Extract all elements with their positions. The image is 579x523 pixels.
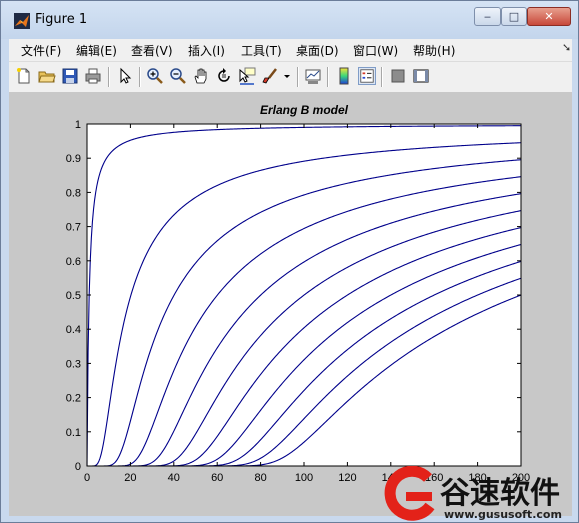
legend-icon[interactable] — [358, 67, 376, 85]
x-tick-label: 20 — [124, 472, 136, 484]
y-tick-label: 0.4 — [66, 324, 81, 336]
y-tick-label: 0.3 — [66, 358, 81, 370]
toolbar-separator — [381, 67, 383, 87]
rotate-3d-icon[interactable] — [215, 67, 233, 85]
menu-window[interactable]: 窗口(W) — [353, 42, 398, 59]
colorbar-icon[interactable] — [335, 67, 353, 85]
x-tick-label: 100 — [295, 472, 313, 484]
y-tick-label: 0.6 — [66, 256, 81, 268]
menu-insert[interactable]: 插入(I) — [188, 42, 225, 59]
y-tick-label: 0.1 — [66, 427, 81, 439]
watermark-brand: 谷速软件 — [440, 476, 560, 511]
gususoft-logo — [384, 466, 435, 521]
matlab-logo-icon — [14, 13, 30, 29]
toolbar-separator — [139, 67, 141, 87]
zoom-in-icon[interactable] — [146, 67, 164, 85]
dock-arrow-icon[interactable]: ➘ — [562, 41, 571, 54]
y-tick-label: 0.9 — [66, 153, 81, 165]
menu-view[interactable]: 查看(V) — [131, 42, 173, 59]
print-icon[interactable] — [84, 67, 102, 85]
menu-help[interactable]: 帮助(H) — [413, 42, 455, 59]
zoom-out-icon[interactable] — [169, 67, 187, 85]
figure-canvas: 0 20 40 60 80 100 120 140 160 180 200 0 0.1 0.2 0.3 0.4… — [9, 92, 572, 516]
close-button[interactable]: ✕ — [527, 7, 571, 26]
edit-plot-arrow-icon[interactable] — [116, 67, 134, 85]
erlang-b-chart[interactable]: 0 20 40 60 80 100 120 140 160 180 20000.10.20.30.4… — [9, 92, 570, 516]
y-tick-label: 0 — [75, 461, 81, 473]
figure-toolbar — [9, 61, 572, 93]
y-tick-label: 0.8 — [66, 187, 81, 199]
close-icon: ✕ — [544, 10, 554, 23]
menu-file[interactable]: 文件(F) — [21, 42, 61, 59]
x-tick-label: 120 — [338, 472, 356, 484]
hide-plot-tools-icon[interactable] — [389, 67, 407, 85]
x-tick-label: 0 — [84, 472, 90, 484]
title-bar[interactable]: Figure 1 ‒ □ ✕ — [1, 1, 578, 39]
y-tick-label: 1 — [75, 119, 81, 131]
x-tick-label: 80 — [254, 472, 266, 484]
minimize-icon: ‒ — [484, 10, 491, 23]
minimize-button[interactable]: ‒ — [474, 7, 501, 26]
maximize-icon: □ — [508, 10, 520, 23]
menu-edit[interactable]: 编辑(E) — [76, 42, 117, 59]
toolbar-separator — [327, 67, 329, 87]
y-tick-label: 0.7 — [66, 222, 81, 234]
chart-title: Erlang B model — [260, 103, 349, 117]
toolbar-separator — [108, 67, 110, 87]
x-tick-label: 60 — [211, 472, 223, 484]
window-title: Figure 1 — [35, 12, 88, 27]
link-plot-icon[interactable] — [304, 67, 322, 85]
brush-dropdown-icon[interactable] — [282, 67, 292, 85]
menu-bar: 文件(F) 编辑(E) 查看(V) 插入(I) 工具(T) 桌面(D) 窗口(W… — [9, 39, 572, 61]
menu-tools[interactable]: 工具(T) — [241, 42, 282, 59]
data-cursor-icon[interactable] — [238, 67, 256, 85]
open-file-icon[interactable] — [38, 67, 56, 85]
watermark: 谷速软件 www.gususoft.com — [378, 466, 579, 523]
save-icon[interactable] — [61, 67, 79, 85]
y-tick-label: 0.5 — [66, 290, 81, 302]
new-figure-icon[interactable] — [15, 67, 33, 85]
menu-desktop[interactable]: 桌面(D) — [296, 42, 339, 59]
y-tick-label: 0.2 — [66, 393, 81, 405]
figure-window: Figure 1 ‒ □ ✕ 文件(F) 编辑(E) 查看(V) 插入(I) 工… — [0, 0, 579, 523]
watermark-url: www.gususoft.com — [444, 508, 562, 521]
pan-hand-icon[interactable] — [192, 67, 210, 85]
brush-icon[interactable] — [261, 67, 279, 85]
toolbar-separator — [297, 67, 299, 87]
x-tick-label: 40 — [168, 472, 180, 484]
show-plot-tools-icon[interactable] — [412, 67, 430, 85]
maximize-button[interactable]: □ — [501, 7, 527, 26]
